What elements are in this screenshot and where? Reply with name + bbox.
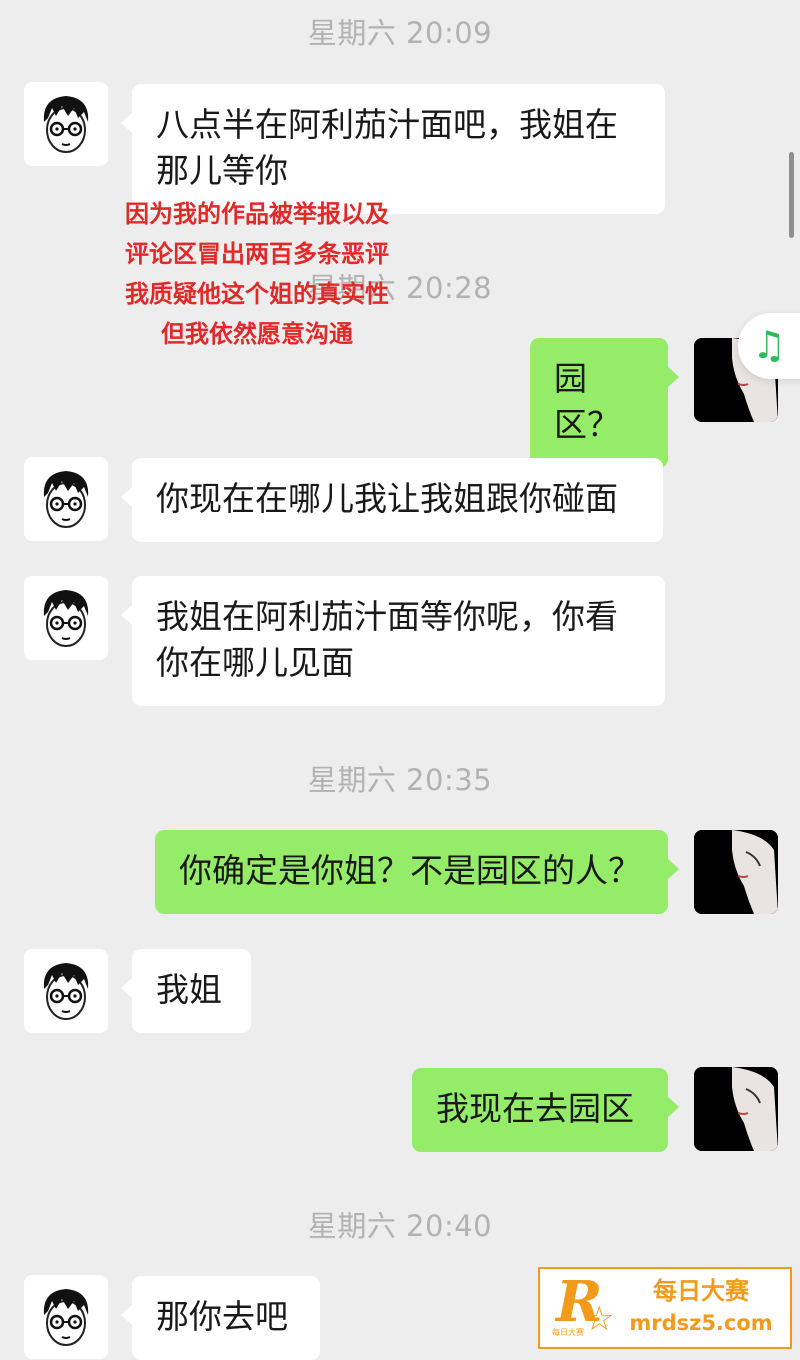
scrollbar[interactable] (789, 152, 794, 238)
overlay-annotation: 因为我的作品被举报以及评论区冒出两百多条恶评 我质疑他这个姐的真实性 但我依然愿… (125, 200, 389, 348)
friend-avatar[interactable] (24, 82, 108, 166)
timestamp: 星期六 20:35 (307, 763, 493, 797)
message-bubble-outgoing[interactable]: 我现在去园区 (412, 1068, 679, 1152)
timestamp: 星期六 20:40 (307, 1209, 493, 1243)
cartoon-boy-glasses-avatar-icon (43, 96, 89, 153)
watermark-name: 每日大赛 (653, 1277, 749, 1305)
message-bubble-outgoing[interactable]: 你确定是你姐？不是园区的人？ (155, 830, 679, 914)
message-bubble-incoming[interactable]: 那你去吧 (121, 1276, 320, 1360)
woman-portrait-avatar-icon (694, 1067, 778, 1151)
woman-portrait-avatar-icon (694, 830, 778, 914)
message-bubble-outgoing[interactable]: 园区？ (530, 338, 679, 468)
timestamp: 星期六 20:09 (307, 16, 493, 50)
watermark-logo: R ☆ 每日大赛 (552, 1271, 615, 1343)
floating-music-button[interactable]: ♫ (738, 313, 800, 379)
message-bubble-incoming[interactable]: 我姐 (121, 949, 251, 1033)
music-note-icon: ♫ (752, 323, 787, 367)
watermark-url: mrdsz5.com (629, 1311, 773, 1335)
star-icon: ☆ (584, 1299, 615, 1339)
cartoon-boy-glasses-avatar-icon (43, 471, 89, 528)
my-avatar[interactable] (694, 830, 778, 914)
watermark-logo-caption: 每日大赛 (552, 1328, 584, 1337)
cartoon-boy-glasses-avatar-icon (43, 1289, 89, 1346)
cartoon-boy-glasses-avatar-icon (43, 963, 89, 1020)
watermark: R ☆ 每日大赛 每日大赛 mrdsz5.com (538, 1267, 792, 1349)
friend-avatar[interactable] (24, 1275, 108, 1359)
friend-avatar[interactable] (24, 576, 108, 660)
message-bubble-incoming[interactable]: 我姐在阿利茄汁面等你呢，你看你在哪儿见面 (121, 576, 665, 706)
my-avatar[interactable] (694, 1067, 778, 1151)
cartoon-boy-glasses-avatar-icon (43, 590, 89, 647)
friend-avatar[interactable] (24, 949, 108, 1033)
friend-avatar[interactable] (24, 457, 108, 541)
message-bubble-incoming[interactable]: 你现在在哪儿我让我姐跟你碰面 (121, 458, 663, 542)
